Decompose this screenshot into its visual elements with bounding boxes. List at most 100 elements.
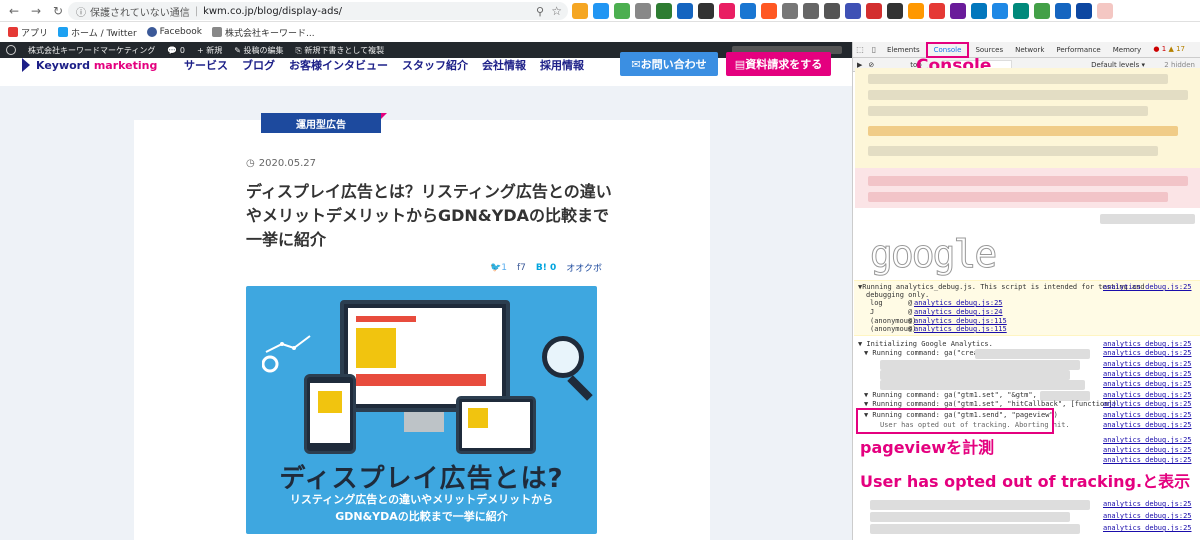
- blurred-line: [868, 126, 1178, 136]
- post-date-value: 2020.05.27: [258, 158, 316, 169]
- page-icon: [211, 27, 222, 37]
- extension-icon[interactable]: [929, 3, 945, 19]
- stack-link[interactable]: analytics debug.js:24: [914, 308, 1003, 316]
- source-link[interactable]: analytics debug.js:25: [1103, 349, 1192, 357]
- admin-site-name[interactable]: 株式会社キーワードマーケティング: [28, 45, 155, 56]
- nav-interviews[interactable]: お客様インタビュー: [289, 57, 388, 73]
- stack-link[interactable]: analytics debug.js:115: [914, 317, 1007, 325]
- bookmark-apps[interactable]: アプリ: [8, 26, 48, 39]
- stack-link[interactable]: analytics debug.js:25: [914, 299, 1003, 307]
- stack-link[interactable]: analytics debug.js:115: [914, 325, 1007, 333]
- wordpress-icon[interactable]: [6, 45, 16, 55]
- source-link[interactable]: analytics debug.js:25: [1103, 524, 1192, 532]
- error-warning-badges[interactable]: ● 1 ▲ 17: [1153, 45, 1185, 53]
- back-icon[interactable]: ←: [6, 3, 22, 19]
- warn-source-link[interactable]: analytics debug.js:25: [1103, 283, 1192, 291]
- source-link[interactable]: analytics debug.js:25: [1103, 380, 1192, 388]
- extension-icon[interactable]: [887, 3, 903, 19]
- nav-services[interactable]: サービス: [184, 57, 228, 73]
- extension-icon[interactable]: [782, 3, 798, 19]
- set-gtm-line: ▼ Running command: ga("gtm1.set", "&gtm"…: [864, 391, 1037, 399]
- stack-at: @: [908, 325, 913, 333]
- bookmark-company[interactable]: 株式会社キーワード...: [211, 26, 315, 39]
- pageview-highlight-box: [856, 408, 1054, 434]
- extension-icon[interactable]: [866, 3, 882, 19]
- forward-icon[interactable]: →: [28, 3, 44, 19]
- extension-icon[interactable]: [992, 3, 1008, 19]
- request-docs-button[interactable]: ▤資料請求をする: [726, 52, 831, 76]
- avatar[interactable]: [1097, 3, 1113, 19]
- source-link[interactable]: analytics debug.js:25: [1103, 446, 1192, 454]
- comments-count[interactable]: 💬 0: [167, 46, 185, 55]
- extension-icon[interactable]: [824, 3, 840, 19]
- extension-icon[interactable]: [845, 3, 861, 19]
- category-ribbon[interactable]: 運用型広告: [261, 113, 387, 133]
- twitter-share-button[interactable]: 🐦1: [490, 263, 507, 273]
- address-bar[interactable]: ⓘ 保護されていない通信 | kwm.co.jp/blog/display-ad…: [68, 2, 568, 20]
- extension-icon[interactable]: [761, 3, 777, 19]
- extension-icon[interactable]: [614, 3, 630, 19]
- extension-icon[interactable]: [950, 3, 966, 19]
- blurred-line: [868, 90, 1188, 100]
- source-link[interactable]: analytics debug.js:25: [1103, 436, 1192, 444]
- source-link[interactable]: analytics debug.js:25: [1103, 400, 1192, 408]
- facebook-share-button[interactable]: f7: [517, 263, 526, 273]
- blurred-line: [868, 192, 1168, 202]
- source-link[interactable]: analytics debug.js:25: [1103, 340, 1192, 348]
- extension-icon[interactable]: [677, 3, 693, 19]
- search-icon[interactable]: ⚲: [536, 5, 544, 18]
- source-link[interactable]: analytics debug.js:25: [1103, 391, 1192, 399]
- extension-icon[interactable]: [719, 3, 735, 19]
- extension-icon[interactable]: [1055, 3, 1071, 19]
- reload-icon[interactable]: ↻: [50, 3, 66, 19]
- source-link[interactable]: analytics debug.js:25: [1103, 456, 1192, 464]
- extension-icon[interactable]: [698, 3, 714, 19]
- site-logo[interactable]: Keyword marketing: [22, 58, 157, 72]
- contact-button[interactable]: ✉お問い合わせ: [620, 52, 718, 76]
- bookmark-facebook[interactable]: Facebook: [146, 27, 202, 37]
- extension-icon[interactable]: [572, 3, 588, 19]
- wp-admin-bar: 株式会社キーワードマーケティング 💬 0 + 新規 ✎ 投稿の編集 ⎘ 新規下書…: [0, 42, 852, 58]
- nav-recruit[interactable]: 採用情報: [540, 57, 584, 73]
- hero-image: ディスプレイ広告とは? リスティング広告との違いやメリットデメリットから GDN…: [246, 286, 597, 534]
- info-icon[interactable]: ⓘ: [76, 4, 86, 19]
- bookmark-twitter[interactable]: ホーム / Twitter: [58, 26, 137, 39]
- extension-icon[interactable]: [656, 3, 672, 19]
- blurred-line: [870, 512, 1070, 522]
- nav-company[interactable]: 会社情報: [482, 57, 526, 73]
- phone-illustration: [304, 374, 356, 454]
- clock-icon: ◷: [246, 158, 255, 169]
- source-link[interactable]: analytics debug.js:25: [1103, 512, 1192, 520]
- tab-performance[interactable]: Performance: [1050, 42, 1106, 58]
- source-link[interactable]: analytics debug.js:25: [1103, 360, 1192, 368]
- tab-network[interactable]: Network: [1009, 42, 1050, 58]
- tab-memory[interactable]: Memory: [1107, 42, 1147, 58]
- extension-icon[interactable]: [1076, 3, 1092, 19]
- tablet-illustration: [456, 396, 536, 454]
- inspect-icon[interactable]: ⬚: [853, 45, 867, 54]
- extension-icon[interactable]: [593, 3, 609, 19]
- extension-icon[interactable]: [971, 3, 987, 19]
- extension-icon[interactable]: [1013, 3, 1029, 19]
- blurred-line: [880, 360, 1080, 370]
- extension-icon[interactable]: [740, 3, 756, 19]
- nav-blog[interactable]: ブログ: [242, 57, 275, 73]
- source-link[interactable]: analytics debug.js:25: [1103, 370, 1192, 378]
- blurred-error-block: [855, 168, 1200, 208]
- extension-icon[interactable]: [635, 3, 651, 19]
- bookmark-star-icon[interactable]: ☆: [551, 4, 562, 18]
- nav-staff[interactable]: スタッフ紹介: [402, 57, 468, 73]
- hatena-share-button[interactable]: B! 0: [536, 263, 556, 273]
- edit-post-link[interactable]: ✎ 投稿の編集: [234, 45, 283, 56]
- extension-icon[interactable]: [803, 3, 819, 19]
- duplicate-draft-link[interactable]: ⎘ 新規下書きとして複製: [295, 45, 384, 56]
- new-menu[interactable]: + 新規: [197, 45, 222, 56]
- okuribo-share-button[interactable]: オオクボ: [566, 261, 602, 274]
- device-toggle-icon[interactable]: ▯: [867, 45, 881, 54]
- extension-icon[interactable]: [1034, 3, 1050, 19]
- source-link[interactable]: analytics debug.js:25: [1103, 500, 1192, 508]
- source-link[interactable]: analytics debug.js:25: [1103, 411, 1192, 419]
- extension-icon[interactable]: [908, 3, 924, 19]
- source-link[interactable]: analytics debug.js:25: [1103, 421, 1192, 429]
- stack-at: @: [908, 308, 913, 316]
